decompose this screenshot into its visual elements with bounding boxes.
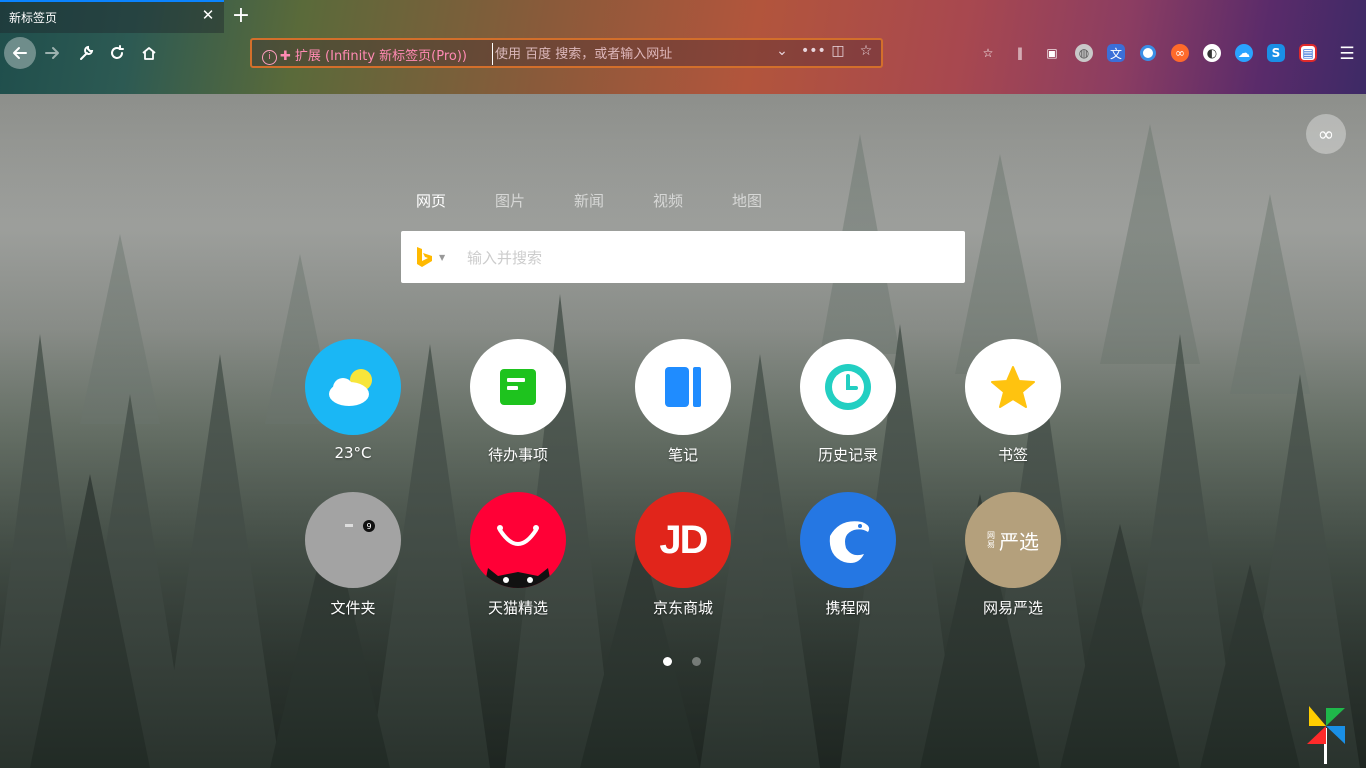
search-tab-video[interactable]: 视频 (637, 190, 716, 211)
page-actions-icon[interactable]: ••• (801, 43, 826, 59)
tile-history[interactable]: 历史记录 (766, 339, 930, 465)
info-icon: i (262, 50, 277, 65)
search-category-tabs: 网页 图片 新闻 视频 地图 (400, 190, 795, 211)
jd-icon: JD (635, 492, 731, 588)
address-bar[interactable]: i✚扩展 (Infinity 新标签页(Pro)) ⌄ ••• ◫ ☆ (250, 38, 883, 68)
engine-caret-icon: ▼ (439, 252, 446, 262)
star-icon[interactable]: ☆ (857, 43, 875, 59)
toolbar-extensions: ☆ ‖ ▣ ◍ 文 ∞ ◐ ☁ S ▤ (976, 41, 1320, 65)
svg-text:9: 9 (366, 522, 371, 531)
tab-title: 新标签页 (9, 11, 58, 25)
nav-bar: i✚扩展 (Infinity 新标签页(Pro)) ⌄ ••• ◫ ☆ ☆ ‖ … (0, 33, 1366, 73)
tile-label: 笔记 (667, 446, 698, 464)
tools-button[interactable] (70, 37, 102, 69)
new-tab-page: ∞ 网页 图片 新闻 视频 地图 ▼ 23°C 待办事项 (0, 94, 1366, 768)
tmall-icon (470, 492, 566, 588)
sidebar-icon[interactable]: ▣ (1040, 41, 1064, 65)
notes-icon (635, 339, 731, 435)
bing-icon (417, 247, 432, 267)
cloud-extension-icon[interactable]: ☁ (1235, 44, 1253, 62)
tile-todo[interactable]: 待办事项 (436, 339, 600, 465)
search-input[interactable] (465, 245, 949, 271)
pocket-icon[interactable]: ◫ (829, 43, 847, 59)
folder-icon: 9 (305, 492, 401, 588)
tile-tmall[interactable]: 天猫精选 (436, 492, 600, 618)
reload-icon (111, 45, 124, 59)
tile-label: 携程网 (825, 599, 871, 617)
yanxuan-logo-text: 严选 (999, 529, 1039, 554)
browser-chrome: 新标签页 ✕ + i✚扩展 (Infinity 新标签页(Pro)) ⌄ (0, 0, 1366, 95)
puzzle-icon: ✚ (280, 49, 291, 64)
home-button[interactable] (133, 37, 165, 69)
library-icon[interactable]: ‖ (1008, 41, 1032, 65)
arrow-left-icon (13, 47, 27, 59)
pinwheel-icon[interactable] (1305, 704, 1347, 764)
reload-button[interactable] (101, 37, 133, 69)
shield-extension-icon[interactable]: ◐ (1203, 44, 1221, 62)
yanxuan-small-text: 网易 (987, 531, 995, 549)
home-icon (142, 47, 156, 60)
search-box: ▼ (401, 231, 965, 283)
hamburger-menu-icon[interactable]: ☰ (1336, 43, 1358, 65)
identity-box[interactable]: i ✚ 扩展 (Infinity 新标签页(Pro)) (262, 45, 467, 65)
arrow-right-icon (45, 47, 59, 59)
tile-jd[interactable]: JD 京东商城 (601, 492, 765, 618)
globe-extension-icon[interactable]: ◍ (1075, 44, 1093, 62)
tile-yanxuan[interactable]: 网易 严选 网易严选 (931, 492, 1095, 618)
tile-label: 文件夹 (330, 599, 376, 617)
bookmark-star-icon (965, 339, 1061, 435)
ctrip-icon (800, 492, 896, 588)
weather-icon (305, 339, 401, 435)
bookmark-manager-icon[interactable]: ☆ (976, 41, 1000, 65)
forward-button[interactable] (36, 37, 68, 69)
wrench-icon (80, 45, 94, 60)
yanxuan-icon: 网易 严选 (965, 492, 1061, 588)
s-extension-icon[interactable]: S (1267, 44, 1285, 62)
new-tab-button[interactable]: + (230, 3, 252, 29)
tile-label: 京东商城 (652, 599, 713, 617)
tile-weather[interactable]: 23°C (271, 339, 435, 462)
close-tab-icon[interactable]: ✕ (200, 7, 216, 23)
todo-icon (470, 339, 566, 435)
tab-bar: 新标签页 ✕ + (0, 0, 1366, 33)
tile-folder[interactable]: 9 文件夹 (271, 492, 435, 618)
tile-label: 书签 (997, 446, 1028, 464)
tile-label: 历史记录 (817, 446, 878, 464)
search-tab-maps[interactable]: 地图 (716, 190, 795, 211)
tile-label: 23°C (334, 444, 372, 462)
url-actions: ⌄ ••• ◫ ☆ (773, 43, 875, 59)
url-input[interactable] (492, 43, 777, 65)
search-tab-web[interactable]: 网页 (400, 190, 479, 211)
jd-logo-text: JD (659, 517, 708, 562)
tile-notes[interactable]: 笔记 (601, 339, 765, 465)
tile-bookmarks[interactable]: 书签 (931, 339, 1095, 465)
tab-extension-icon[interactable]: ▤ (1299, 44, 1317, 62)
search-engine-selector[interactable]: ▼ (415, 245, 451, 269)
search-tab-news[interactable]: 新闻 (558, 190, 637, 211)
tile-label: 天猫精选 (487, 599, 548, 617)
page-dot-2[interactable] (692, 657, 701, 666)
translate-icon[interactable]: 文 (1107, 44, 1125, 62)
tile-label: 待办事项 (487, 446, 548, 464)
page-dot-1[interactable] (663, 657, 672, 666)
infinity-extension-icon[interactable]: ∞ (1171, 44, 1189, 62)
tile-ctrip[interactable]: 携程网 (766, 492, 930, 618)
page-indicator (663, 657, 701, 666)
back-button[interactable] (4, 37, 36, 69)
circle-extension-icon[interactable] (1140, 45, 1156, 61)
infinity-settings-button[interactable]: ∞ (1306, 114, 1346, 154)
chevron-down-icon[interactable]: ⌄ (773, 43, 791, 59)
history-icon (800, 339, 896, 435)
tab-new-tab[interactable]: 新标签页 ✕ (0, 0, 224, 33)
tile-label: 网易严选 (982, 599, 1043, 617)
identity-label: 扩展 (Infinity 新标签页(Pro)) (294, 49, 467, 64)
search-tab-images[interactable]: 图片 (479, 190, 558, 211)
